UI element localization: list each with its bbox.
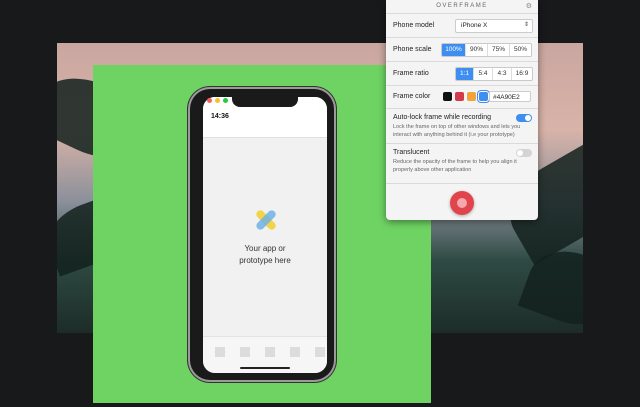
color-swatch-red[interactable]: [455, 92, 464, 101]
phone-model-label: Phone model: [393, 22, 435, 29]
divider: [386, 13, 538, 14]
divider: [386, 183, 538, 184]
frame-ratio-label: Frame ratio: [393, 70, 429, 77]
window-controls: [207, 98, 228, 103]
divider: [386, 108, 538, 109]
phone-model-value: iPhone X: [461, 22, 488, 29]
scale-option-100[interactable]: 100%: [442, 44, 466, 56]
frame-ratio-segmented: 1:1 5:4 4:3 16:9: [455, 67, 533, 81]
scale-option-90[interactable]: 90%: [466, 44, 488, 56]
home-indicator: [240, 367, 290, 369]
autolock-label: Auto-lock frame while recording: [393, 114, 492, 121]
phone-notch: [232, 97, 298, 107]
scale-option-50[interactable]: 50%: [510, 44, 531, 56]
chevron-updown-icon: ⇕: [523, 22, 529, 28]
tab-placeholder: [290, 347, 300, 357]
autolock-description: Lock the frame on top of other windows a…: [393, 124, 521, 138]
divider: [386, 143, 538, 144]
placeholder-line-1: Your app or: [244, 244, 286, 253]
toggle-knob: [517, 150, 523, 156]
placeholder-text: Your app or prototype here: [203, 243, 327, 267]
record-button[interactable]: [450, 191, 474, 215]
divider: [386, 61, 538, 62]
app-logo-icon: [256, 210, 276, 230]
phone-scale-label: Phone scale: [393, 46, 432, 53]
tab-placeholder: [265, 347, 275, 357]
panel-title: OVERFRAME: [436, 3, 488, 9]
divider: [386, 37, 538, 38]
ratio-option-5-4[interactable]: 5:4: [474, 68, 493, 80]
ratio-option-1-1[interactable]: 1:1: [456, 68, 474, 80]
record-icon: [457, 198, 467, 208]
close-window-button[interactable]: [207, 98, 212, 103]
status-time: 14:36: [211, 113, 229, 120]
phone-model-select[interactable]: iPhone X ⇕: [455, 19, 533, 33]
scale-option-75[interactable]: 75%: [488, 44, 510, 56]
tab-bar: [203, 336, 327, 373]
placeholder-line-2: prototype here: [239, 256, 291, 265]
ratio-option-16-9[interactable]: 16:9: [512, 68, 532, 80]
color-swatch-blue[interactable]: [479, 92, 488, 101]
phone-screen[interactable]: 14:36 Your app or prototype here: [203, 97, 327, 373]
gear-icon[interactable]: ⚙: [526, 2, 532, 10]
zoom-window-button[interactable]: [223, 98, 228, 103]
frame-color-label: Frame color: [393, 93, 431, 100]
frame-color-hex-input[interactable]: #4A90E2: [489, 91, 531, 102]
tab-placeholder: [315, 347, 325, 357]
translucent-label: Translucent: [393, 149, 430, 156]
autolock-toggle[interactable]: [516, 114, 532, 122]
translucent-description: Reduce the opacity of the frame to help …: [393, 159, 517, 173]
color-swatch-orange[interactable]: [467, 92, 476, 101]
settings-panel: OVERFRAME ⚙ Phone model iPhone X ⇕ Phone…: [386, 0, 538, 220]
tab-placeholder: [240, 347, 250, 357]
tab-placeholder: [215, 347, 225, 357]
color-swatch-black[interactable]: [443, 92, 452, 101]
divider: [386, 85, 538, 86]
toggle-knob: [525, 115, 531, 121]
minimize-window-button[interactable]: [215, 98, 220, 103]
translucent-toggle[interactable]: [516, 149, 532, 157]
phone-scale-segmented: 100% 90% 75% 50%: [441, 43, 532, 57]
ratio-option-4-3[interactable]: 4:3: [493, 68, 512, 80]
